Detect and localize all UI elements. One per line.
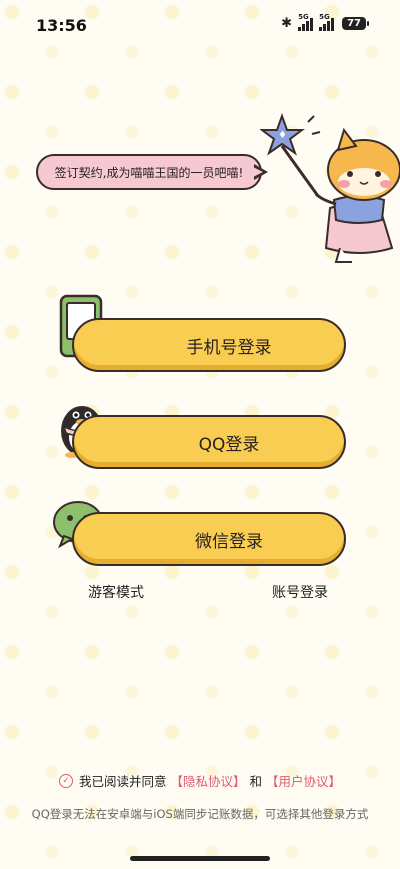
privacy-policy-link[interactable]: 【隐私协议】 xyxy=(170,771,245,790)
qq-login-button[interactable]: QQ登录 xyxy=(72,415,346,469)
signal-icon-2: 5G xyxy=(319,13,335,31)
guest-mode-link[interactable]: 游客模式 xyxy=(88,582,144,602)
signal-label: 5G xyxy=(298,12,309,21)
qq-sync-notice: QQ登录无法在安卓端与iOS端同步记账数据，可选择其他登录方式 xyxy=(31,807,369,821)
signal-label-2: 5G xyxy=(319,12,330,21)
mascot-cat-illustration: ♦ xyxy=(260,113,400,263)
wechat-login-button[interactable]: 微信登录 xyxy=(72,512,346,566)
signal-icon: 5G xyxy=(298,13,314,31)
phone-login-label: 手机号登录 xyxy=(186,337,272,358)
phone-login-button[interactable]: 手机号登录 xyxy=(72,318,346,372)
svg-text:♦: ♦ xyxy=(278,130,287,141)
bluetooth-icon: ✱ xyxy=(281,16,293,31)
check-circle-icon[interactable]: ✓ xyxy=(58,773,73,788)
qq-login-label: QQ登录 xyxy=(198,434,260,455)
account-login-link[interactable]: 账号登录 xyxy=(272,582,328,602)
speech-bubble: 签订契约,成为喵喵王国的一员吧喵! xyxy=(36,154,262,190)
agreement-row: ✓ 我已阅读并同意 【隐私协议】 和 【用户协议】 xyxy=(0,771,400,790)
speech-bubble-text: 签订契约,成为喵喵王国的一员吧喵! xyxy=(54,165,244,180)
wechat-login-label: 微信登录 xyxy=(195,531,263,552)
battery-indicator: 77 xyxy=(342,17,369,30)
status-bar: 13:56 ✱ 5G 5G 77 xyxy=(0,0,400,52)
user-agreement-link[interactable]: 【用户协议】 xyxy=(266,771,341,790)
agreement-and: 和 xyxy=(249,774,263,789)
status-time: 13:56 xyxy=(36,16,87,35)
home-indicator[interactable] xyxy=(130,856,270,861)
agreement-prefix: 我已阅读并同意 xyxy=(78,774,167,789)
status-icons: ✱ 5G 5G 77 xyxy=(281,13,369,31)
